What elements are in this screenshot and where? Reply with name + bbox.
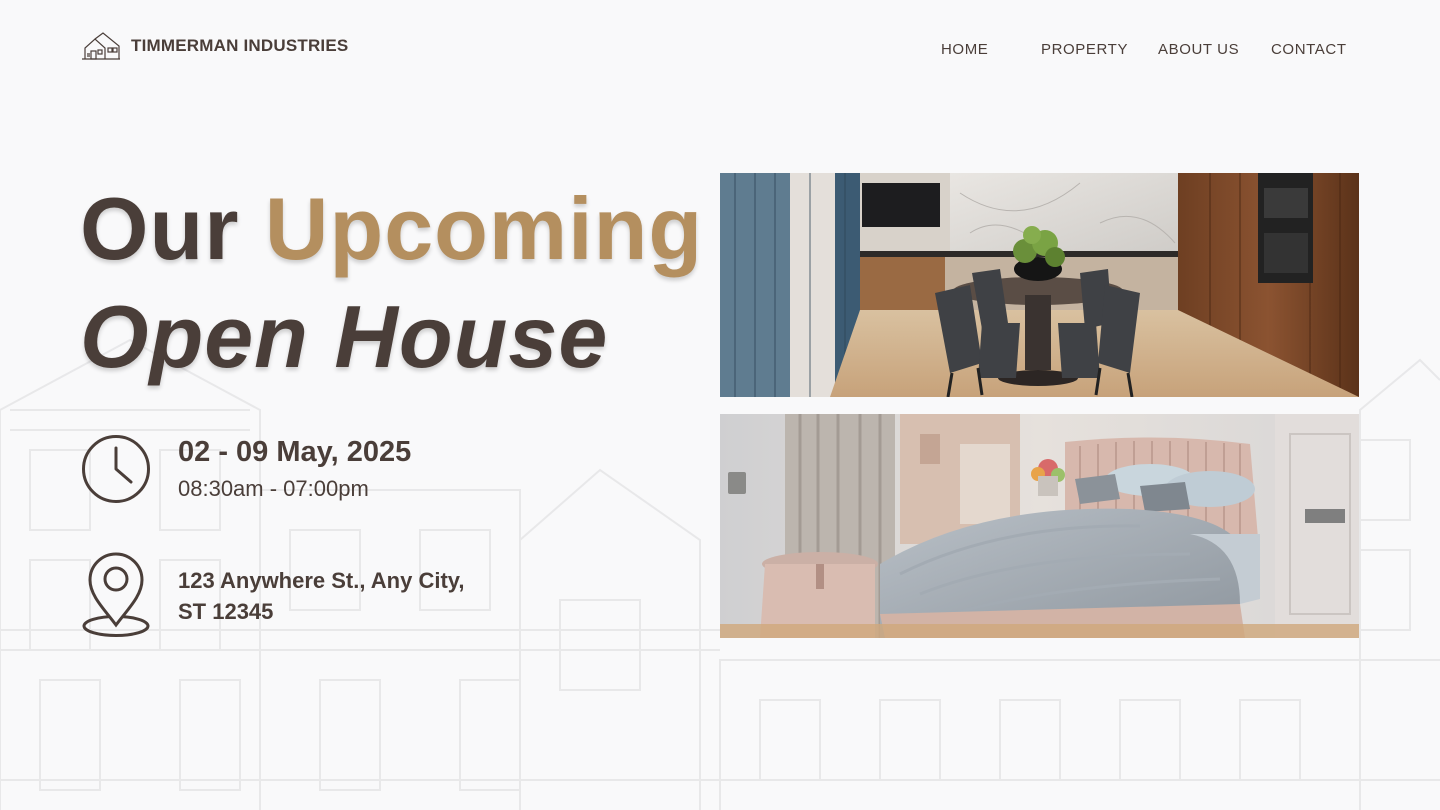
bedroom-photo [720, 414, 1359, 638]
nav-about-us[interactable]: ABOUT US [1158, 41, 1239, 58]
nav-home[interactable]: HOME [941, 41, 988, 58]
brand-name: TIMMERMAN INDUSTRIES [131, 36, 349, 55]
location-info: 123 Anywhere St., Any City, ST 12345 [81, 552, 465, 638]
title-line-2: Open House [80, 287, 609, 386]
page-title: Our Upcoming Open House [80, 175, 703, 391]
schedule-text: 02 - 09 May, 2025 08:30am - 07:00pm [178, 434, 411, 504]
location-pin-icon [82, 552, 150, 637]
title-line-1: Our Upcoming [80, 175, 703, 283]
nav-property[interactable]: PROPERTY [1041, 41, 1128, 58]
dining-kitchen-photo [720, 173, 1359, 397]
location-text: 123 Anywhere St., Any City, ST 12345 [178, 552, 465, 627]
nav-contact[interactable]: CONTACT [1271, 41, 1347, 58]
title-word-our: Our [80, 179, 240, 278]
schedule-info: 02 - 09 May, 2025 08:30am - 07:00pm [81, 434, 411, 504]
house-outline-icon [82, 32, 120, 60]
brand-logo[interactable]: TIMMERMAN INDUSTRIES [81, 32, 348, 60]
event-address: 123 Anywhere St., Any City, ST 12345 [178, 568, 465, 624]
event-date: 02 - 09 May, 2025 [178, 436, 412, 468]
clock-icon [82, 435, 150, 503]
event-hours: 08:30am - 07:00pm [178, 476, 369, 501]
title-word-upcoming: Upcoming [264, 179, 704, 278]
